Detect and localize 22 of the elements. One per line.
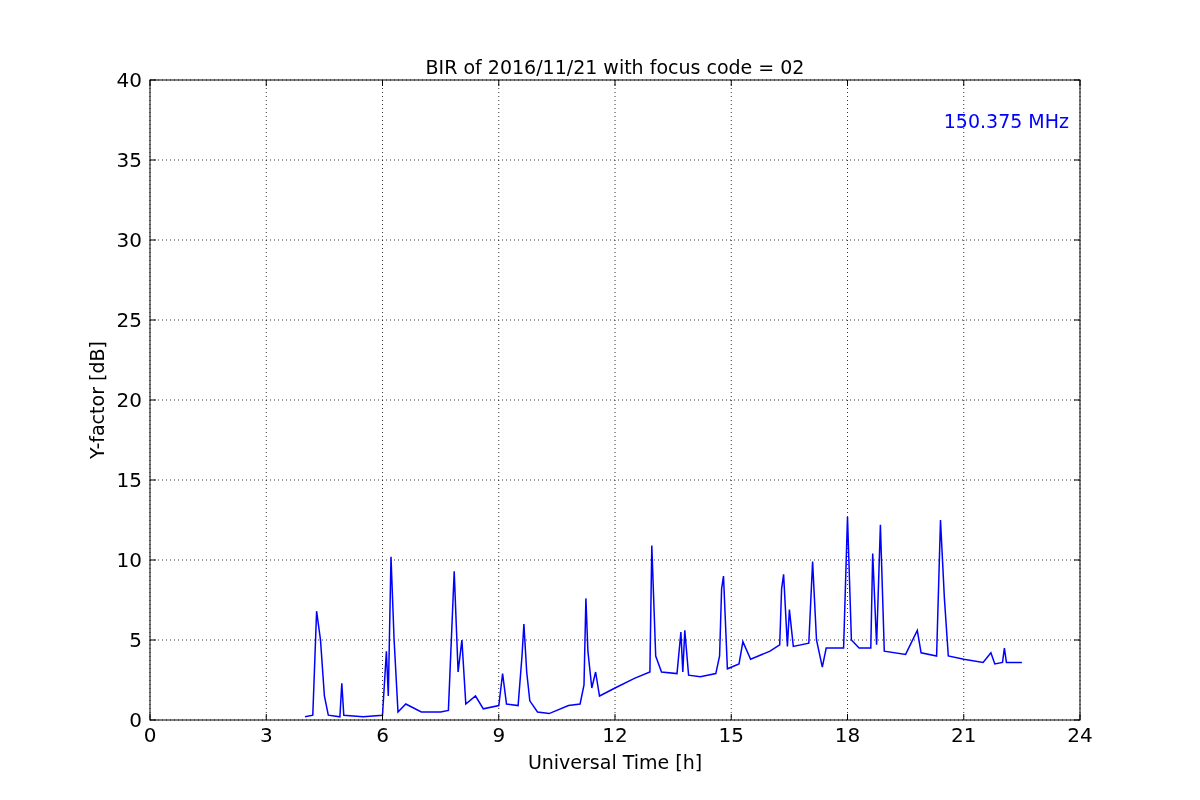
- y-axis-label: Y-factor [dB]: [86, 341, 108, 459]
- y-tick-label: 30: [116, 228, 142, 252]
- x-axis-label: Universal Time [h]: [527, 751, 703, 773]
- x-tick-label: 12: [602, 723, 628, 747]
- series-label: 150.375 MHz: [943, 110, 1069, 132]
- x-tick-label: 3: [259, 723, 273, 747]
- y-tick-label: 25: [116, 308, 142, 332]
- y-tick-label: 15: [116, 468, 142, 492]
- x-tick-label: 9: [492, 723, 506, 747]
- y-tick-label: 35: [116, 148, 142, 172]
- y-tick-label: 20: [116, 388, 142, 412]
- y-tick-label: 40: [116, 68, 142, 92]
- x-tick-label: 24: [1067, 723, 1093, 747]
- y-tick-label: 5: [129, 628, 142, 652]
- x-tick-label: 15: [718, 723, 744, 747]
- x-tick-label: 0: [143, 723, 157, 747]
- y-tick-label: 0: [129, 708, 142, 732]
- chart-title: BIR of 2016/11/21 with focus code = 02: [425, 56, 805, 78]
- x-tick-label: 21: [951, 723, 977, 747]
- y-tick-label: 10: [116, 548, 142, 572]
- x-tick-label: 6: [376, 723, 389, 747]
- x-tick-label: 18: [834, 723, 861, 747]
